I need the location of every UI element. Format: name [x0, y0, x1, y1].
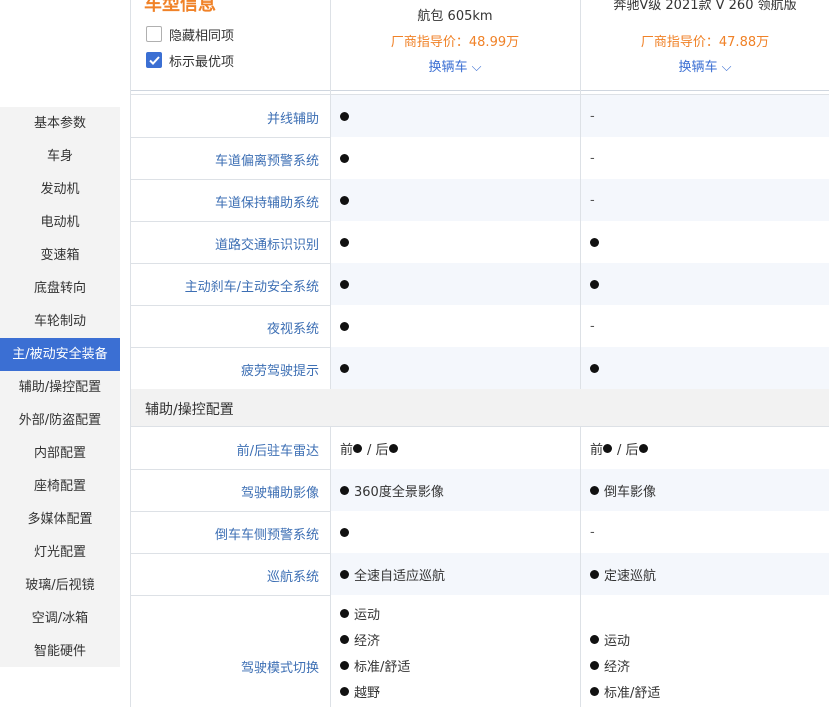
cell-car-2: -	[590, 318, 595, 334]
row-label: 驾驶模式切换	[240, 661, 319, 676]
row-label: 并线辅助	[266, 112, 319, 127]
dot-icon	[340, 111, 349, 121]
dot-icon	[340, 608, 349, 618]
row-label: 车道偏离预警系统	[214, 154, 319, 169]
group-title: 辅助/操控配置	[145, 402, 234, 418]
row-label: 主动刹车/主动安全系统	[184, 280, 319, 295]
dot-icon	[340, 195, 349, 205]
cell-car-1	[340, 263, 354, 305]
row-label: 车道保持辅助系统	[214, 196, 319, 211]
col-divider	[330, 0, 331, 389]
col-divider	[580, 427, 581, 707]
cell-car-1: 前 / 后	[340, 427, 403, 469]
dot-icon	[590, 279, 599, 289]
cell-car-1	[340, 347, 354, 389]
dot-icon	[603, 443, 613, 453]
cell-car-1: 360度全景影像	[340, 469, 444, 511]
dot-icon	[590, 363, 599, 373]
dot-icon	[590, 485, 599, 495]
cell-car-2: -	[590, 524, 595, 540]
header-divider	[131, 90, 829, 91]
cell-car-1	[340, 305, 354, 347]
cell-car-1: 运动	[340, 603, 380, 623]
cell-car-2: 倒车影像	[590, 469, 656, 511]
cell-car-2: 经济	[590, 655, 630, 675]
row-label: 巡航系统	[266, 570, 319, 585]
dot-icon	[590, 686, 599, 696]
cell-car-1: 经济	[340, 629, 380, 649]
dot-icon	[340, 660, 349, 670]
spec-table: 并线辅助 - 车道偏离预警系统 - 车道保持辅助系统 - 道路交通标识识别主动刹车/主动安全…	[0, 0, 829, 715]
cell-car-1	[340, 95, 354, 137]
row-label: 驾驶辅助影像	[240, 486, 319, 501]
cell-car-2	[590, 347, 604, 389]
dot-icon	[388, 443, 398, 453]
row-label: 倒车车侧预警系统	[214, 528, 319, 543]
cell-car-2: 标准/舒适	[590, 681, 660, 701]
dot-icon	[340, 279, 349, 289]
dot-icon	[340, 686, 349, 696]
row-label: 前/后驻车雷达	[236, 444, 319, 459]
dot-icon	[340, 153, 349, 163]
cell-car-1: 标准/舒适	[340, 655, 410, 675]
cell-car-2: 定速巡航	[590, 553, 656, 595]
dot-icon	[340, 527, 349, 537]
dot-icon	[340, 634, 349, 644]
dot-icon	[340, 321, 349, 331]
dot-icon	[638, 443, 648, 453]
cell-car-1: 全速自适应巡航	[340, 553, 445, 595]
table-left-border	[130, 0, 131, 707]
dot-icon	[590, 634, 599, 644]
dot-icon	[340, 569, 349, 579]
dot-icon	[353, 443, 363, 453]
cell-car-1	[340, 137, 354, 179]
dot-icon	[590, 237, 599, 247]
cell-car-1: 越野	[340, 681, 380, 701]
cell-car-2: -	[590, 108, 595, 124]
cell-car-2	[590, 221, 604, 263]
col-divider	[580, 0, 581, 389]
cell-car-1	[340, 179, 354, 221]
dot-icon	[340, 237, 349, 247]
row-label: 疲劳驾驶提示	[240, 364, 319, 379]
cell-car-2: -	[590, 192, 595, 208]
col-divider	[330, 427, 331, 707]
cell-car-1	[340, 511, 354, 553]
cell-car-2: 前 / 后	[590, 427, 653, 469]
group-header	[131, 389, 829, 427]
cell-car-1	[340, 221, 354, 263]
dot-icon	[340, 363, 349, 373]
row-label: 夜视系统	[266, 322, 319, 337]
cell-car-2	[590, 263, 604, 305]
dot-icon	[590, 569, 599, 579]
dot-icon	[340, 485, 349, 495]
row-label: 道路交通标识识别	[214, 238, 319, 253]
dot-icon	[590, 660, 599, 670]
cell-car-2: 运动	[590, 629, 630, 649]
cell-car-2: -	[590, 150, 595, 166]
